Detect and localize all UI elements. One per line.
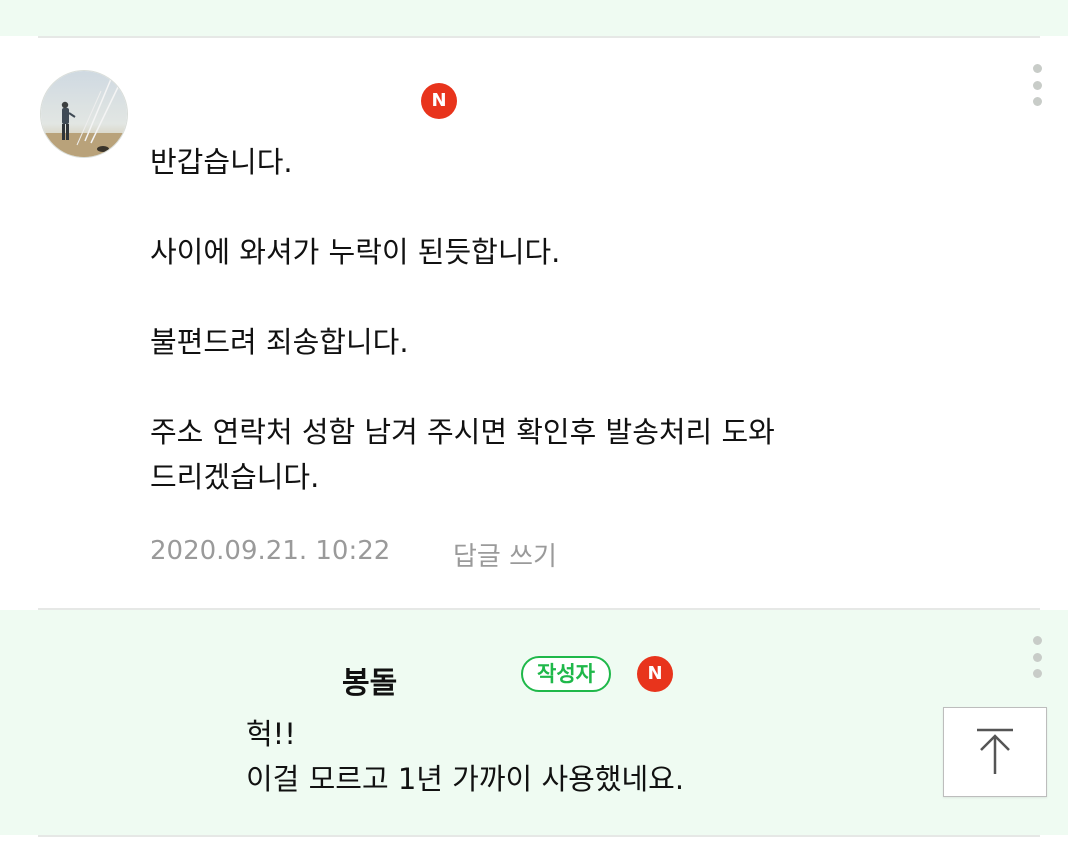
new-badge: N: [637, 656, 673, 692]
reply-comment-item: 봉돌 작성자 N 헉!! 이걸 모르고 1년 가까이 사용했네요.: [0, 610, 1068, 835]
avatar[interactable]: [40, 70, 128, 158]
new-badge: N: [421, 83, 457, 119]
previous-comment-area: [0, 0, 1068, 36]
more-vertical-icon[interactable]: [1032, 636, 1042, 678]
fisherman-avatar-photo: [41, 71, 127, 157]
comment-text: 헉!! 이걸 모르고 1년 가까이 사용했네요.: [246, 717, 685, 796]
comment-timestamp: 2020.09.21. 10:22: [150, 536, 391, 566]
scroll-to-top-button[interactable]: [943, 707, 1047, 797]
author-badge: 작성자: [521, 656, 611, 692]
more-vertical-icon[interactable]: [1032, 64, 1042, 106]
comment-item: N 반갑습니다. 사이에 와셔가 누락이 된듯합니다. 불편드려 죄송합니다. …: [0, 38, 1068, 608]
reply-button[interactable]: 답글 쓰기: [453, 536, 557, 573]
bottom-area: [0, 837, 1068, 852]
arrow-up-icon: [977, 728, 1013, 774]
comment-text: 반갑습니다. 사이에 와셔가 누락이 된듯합니다. 불편드려 죄송합니다. 주소…: [150, 145, 775, 494]
comment-nickname[interactable]: 봉돌: [342, 658, 397, 702]
